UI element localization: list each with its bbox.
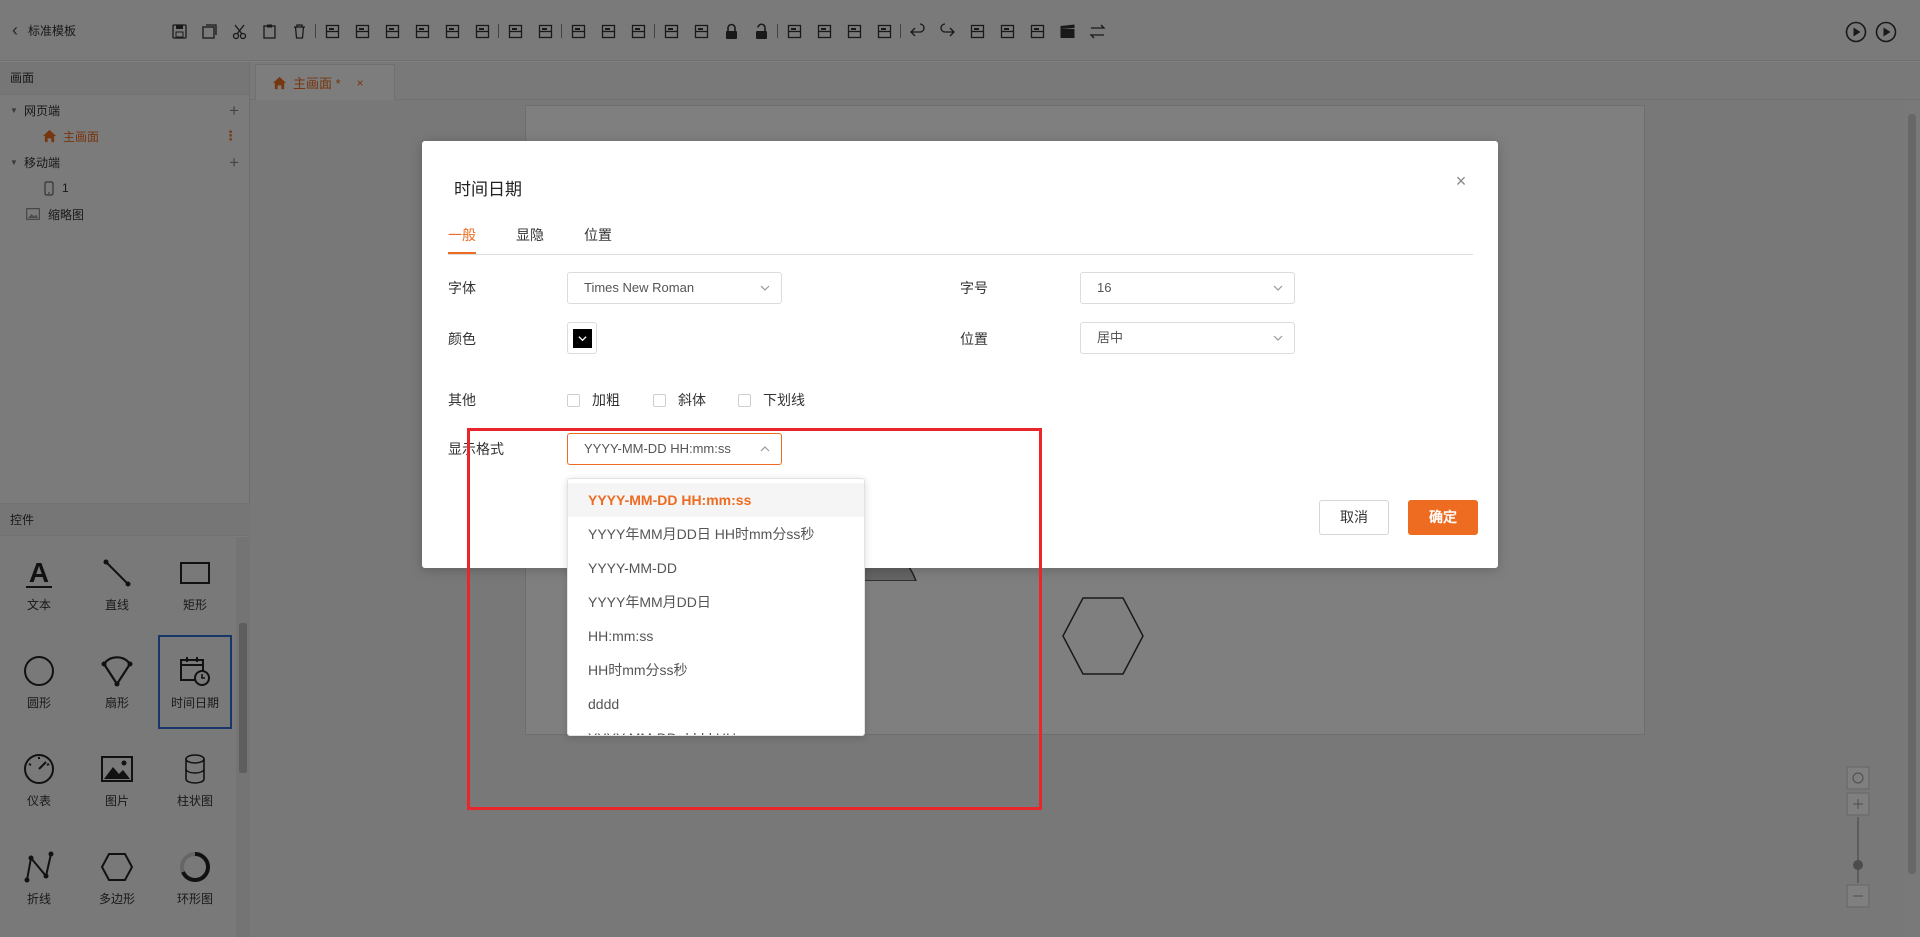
dialog-tabs: 一般 显隐 位置 (448, 225, 1473, 255)
chevron-down-icon (760, 285, 770, 291)
font-label: 字体 (448, 280, 476, 296)
tab-position[interactable]: 位置 (584, 225, 612, 245)
dialog-title: 时间日期 (454, 180, 522, 199)
close-icon[interactable]: × (1451, 171, 1471, 191)
cancel-button[interactable]: 取消 (1319, 500, 1389, 535)
color-label: 颜色 (448, 331, 476, 347)
color-picker[interactable] (567, 322, 597, 354)
tab-visibility[interactable]: 显隐 (516, 225, 544, 245)
align-select-value: 居中 (1097, 330, 1124, 345)
font-select-value: Times New Roman (584, 280, 695, 295)
underline-checkbox[interactable]: 下划线 (738, 390, 805, 410)
size-select-value: 16 (1097, 280, 1112, 295)
checkbox-box[interactable] (653, 393, 666, 407)
checkbox-box[interactable] (738, 393, 751, 407)
active-tab-indicator (448, 252, 476, 254)
size-select[interactable]: 16 (1080, 272, 1295, 304)
font-select[interactable]: Times New Roman (567, 272, 782, 304)
other-label: 其他 (448, 392, 476, 408)
chevron-down-icon (578, 336, 587, 342)
chevron-down-icon (1273, 335, 1283, 341)
ok-button[interactable]: 确定 (1408, 500, 1478, 535)
align-select[interactable]: 居中 (1080, 322, 1295, 354)
color-swatch (573, 329, 592, 348)
size-label: 字号 (960, 280, 988, 296)
highlight-box (467, 428, 1042, 810)
bold-checkbox[interactable]: 加粗 (567, 390, 620, 410)
underline-label: 下划线 (763, 392, 805, 408)
align-label: 位置 (960, 331, 988, 347)
italic-label: 斜体 (678, 392, 706, 408)
bold-label: 加粗 (592, 392, 620, 408)
checkbox-box[interactable] (567, 393, 580, 407)
chevron-down-icon (1273, 285, 1283, 291)
italic-checkbox[interactable]: 斜体 (653, 390, 706, 410)
tab-general[interactable]: 一般 (448, 225, 476, 245)
